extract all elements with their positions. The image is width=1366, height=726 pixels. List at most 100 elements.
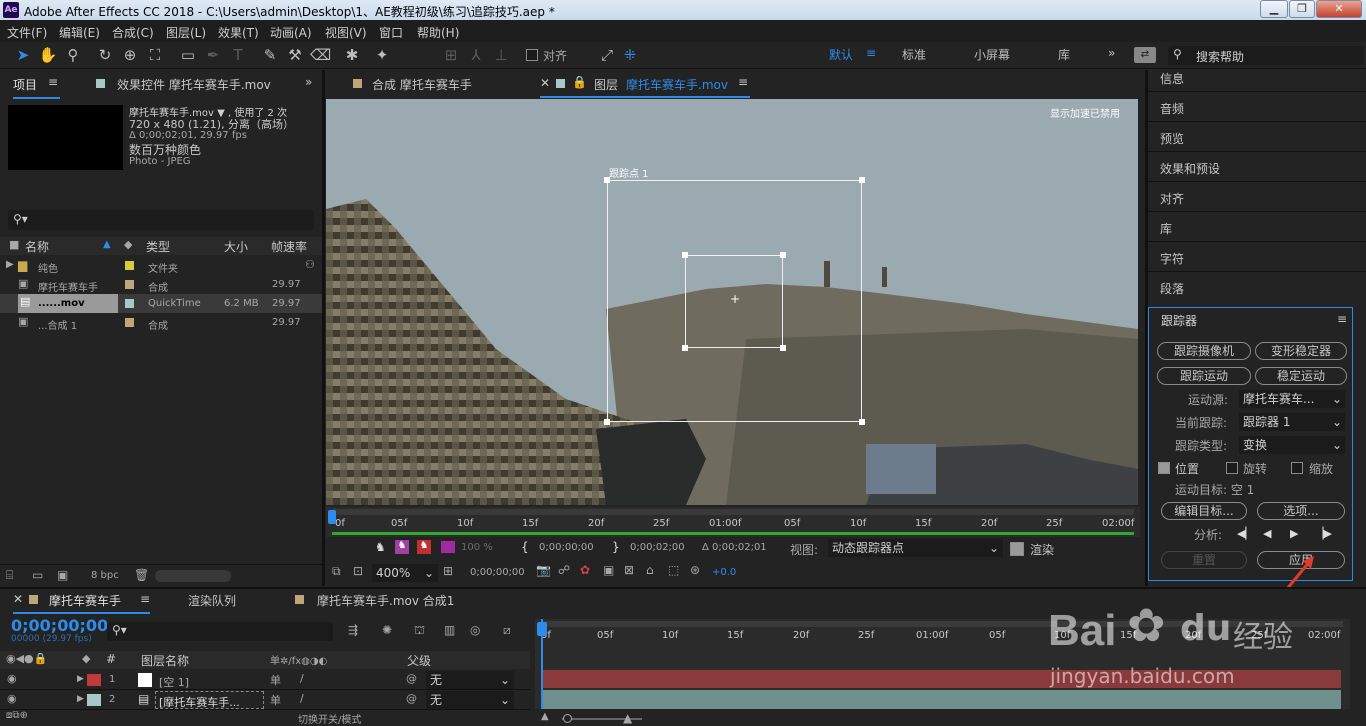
handle[interactable] [859, 419, 865, 425]
view-dropdown[interactable]: 动态跟踪器点 ⌄ [828, 539, 1003, 557]
panel-preview[interactable]: 预览 [1160, 130, 1184, 147]
fit-icon[interactable]: ⊞ [443, 564, 453, 578]
view-axis-icon[interactable]: ⊥ [491, 45, 511, 65]
column-layer-name[interactable]: 图层名称 [141, 652, 189, 669]
tab-timeline-comp2[interactable]: 摩托车赛车手.mov 合成1 [317, 592, 454, 609]
reset-button[interactable]: 重置 [1161, 551, 1247, 569]
layer-label-color[interactable] [87, 694, 101, 706]
layer-time-ruler[interactable]: 0f 05f 10f 15f 20f 25f 01:00f 05f 10f 15… [326, 507, 1140, 537]
motion-blur-icon[interactable]: ◎ [470, 623, 480, 637]
work-area-bar[interactable] [332, 509, 1134, 515]
opacity-percent[interactable]: 100 % [461, 542, 493, 553]
workspace-more-icon[interactable]: » [1108, 46, 1115, 60]
analyze-back-one-frame-icon[interactable]: ◀▏ [1237, 527, 1254, 540]
footer-icons[interactable]: ⧈⧉⊕ [6, 710, 28, 721]
out-point-time[interactable]: 0;00;02;00 [630, 542, 685, 553]
project-menu-icon[interactable]: ≡ [48, 75, 58, 89]
label-swatch[interactable] [125, 280, 134, 289]
panel-character[interactable]: 字符 [1160, 250, 1184, 267]
expand-arrow-icon[interactable]: ▶ [77, 694, 84, 704]
menu-edit[interactable]: 编辑(E) [59, 24, 100, 41]
menu-effect[interactable]: 效果(T) [218, 24, 259, 41]
set-out-point-icon[interactable]: } [612, 540, 620, 554]
handle[interactable] [859, 177, 865, 183]
panel-paragraph[interactable]: 段落 [1160, 280, 1184, 297]
tab-composition[interactable]: 合成 摩托车赛车手 [372, 76, 472, 93]
graph-editor-icon[interactable]: ⧄ [503, 623, 511, 638]
viewer-canvas[interactable]: 显示加速已禁用 跟踪点 1 + [326, 99, 1138, 505]
exposure-value[interactable]: +0.0 [712, 567, 736, 578]
label-swatch[interactable] [125, 299, 134, 308]
brush-tool-icon[interactable]: ✎ [260, 45, 280, 65]
menu-help[interactable]: 帮助(H) [417, 24, 459, 41]
tab-layer-prefix[interactable]: 图层 [594, 76, 618, 93]
snapshot-icon[interactable]: 📷 [536, 563, 551, 577]
shy-layers-icon[interactable]: ⛫ [414, 623, 425, 639]
project-row[interactable]: ▣ 摩托车赛车手 合成 29.97 [0, 275, 322, 294]
resolution-icon[interactable]: ▣ [603, 563, 614, 577]
project-row[interactable]: ▣ ...合成 1 合成 29.97 [0, 313, 322, 332]
playhead[interactable] [537, 622, 547, 636]
tab-layer-name[interactable]: 摩托车赛车手.mov [626, 76, 728, 93]
tab-effect-controls[interactable]: 效果控件 摩托车赛车手.mov [117, 76, 271, 93]
rotation-checkbox[interactable] [1226, 462, 1238, 474]
bit-depth[interactable]: 8 bpc [91, 570, 119, 581]
menu-view[interactable]: 视图(V) [325, 24, 367, 41]
snap-checkbox[interactable] [526, 49, 538, 61]
magnification-dropdown[interactable]: 400% ⌄ [372, 564, 438, 582]
handle[interactable] [780, 345, 786, 351]
panel-align[interactable]: 对齐 [1160, 190, 1184, 207]
trash-icon[interactable]: 🗑 [134, 568, 149, 582]
analyze-forward-one-frame-icon[interactable]: ▕▶ [1315, 527, 1332, 540]
toggle-switches-modes[interactable]: 切换开关/模式 [298, 711, 361, 726]
panel-effects-presets[interactable]: 效果和预设 [1160, 160, 1220, 177]
workspace-menu-icon[interactable]: ≡ [866, 46, 876, 60]
current-time[interactable]: 0;00;00;00 [470, 567, 525, 578]
timeline-layer-row[interactable]: ◉ ▶ 2 ▤ [摩托车赛车手... 单 / @ 无 ⌄ [0, 690, 530, 710]
in-point-time[interactable]: 0;00;00;00 [539, 542, 594, 553]
expand-arrow-icon[interactable]: ▶ [77, 674, 84, 684]
always-preview-icon[interactable]: ⧉ [332, 564, 341, 579]
transparency-grid-toggle-icon[interactable]: ⊠ [624, 563, 634, 577]
menu-animation[interactable]: 动画(A) [270, 24, 312, 41]
panel-more-icon[interactable]: » [305, 75, 312, 89]
layer-name-box[interactable]: [摩托车赛车手... [155, 691, 264, 709]
panel-audio[interactable]: 音频 [1160, 100, 1184, 117]
zoom-in-icon[interactable]: ▲ [623, 711, 632, 725]
puppet-pin-icon[interactable]: ✦ [372, 45, 392, 65]
menu-composition[interactable]: 合成(C) [112, 24, 154, 41]
set-in-point-icon[interactable]: { [521, 540, 529, 554]
column-fps[interactable]: 帧速率 [271, 238, 307, 255]
analyze-backward-icon[interactable]: ◀ [1263, 527, 1271, 540]
close-button[interactable]: ✕ [1316, 0, 1362, 18]
workspace-standard[interactable]: 标准 [902, 46, 926, 63]
timeline-search-input[interactable]: ⚲▾ [107, 622, 333, 641]
minimize-button[interactable]: ▁ [1260, 0, 1288, 18]
label-swatch[interactable] [125, 318, 134, 327]
zoom-out-icon[interactable]: ▲ [541, 711, 549, 722]
help-search-field[interactable]: ⚲ 搜索帮助 [1168, 46, 1364, 65]
viewer-menu-icon[interactable]: ≡ [738, 75, 748, 89]
reset-exposure-icon[interactable]: ⊛ [690, 563, 700, 577]
hand-tool-icon[interactable]: ✋ [38, 45, 58, 65]
project-row-selected[interactable]: ▤ ......mov QuickTime 6.2 MB 29.97 [0, 294, 322, 313]
parent-dropdown[interactable]: 无 ⌄ [426, 671, 514, 689]
work-area-bar[interactable] [541, 621, 1343, 627]
rectangle-tool-icon[interactable]: ▭ [178, 45, 198, 65]
clone-stamp-icon[interactable]: ⚒ [285, 45, 305, 65]
close-tab-icon[interactable]: ✕ [540, 76, 550, 90]
3d-view-icon[interactable]: ⬚ [668, 563, 679, 577]
type-tool-icon[interactable]: T [228, 45, 248, 65]
show-snapshot-icon[interactable]: ☍ [558, 563, 570, 577]
handle[interactable] [780, 252, 786, 258]
layer-label-color[interactable] [87, 674, 101, 686]
transparency-grid-icon[interactable]: ♞ [395, 540, 409, 554]
column-type[interactable]: 类型 [146, 238, 170, 255]
scale-checkbox[interactable] [1291, 462, 1303, 474]
warp-stabilizer-button[interactable]: 变形稳定器 [1255, 342, 1347, 360]
attach-point-icon[interactable]: + [730, 292, 740, 306]
panel-libraries[interactable]: 库 [1160, 220, 1172, 237]
stabilize-motion-button[interactable]: 稳定运动 [1255, 367, 1347, 385]
timeline-timecode[interactable]: 0;00;00;00 [11, 616, 108, 635]
color-chip-icon[interactable] [441, 541, 455, 553]
